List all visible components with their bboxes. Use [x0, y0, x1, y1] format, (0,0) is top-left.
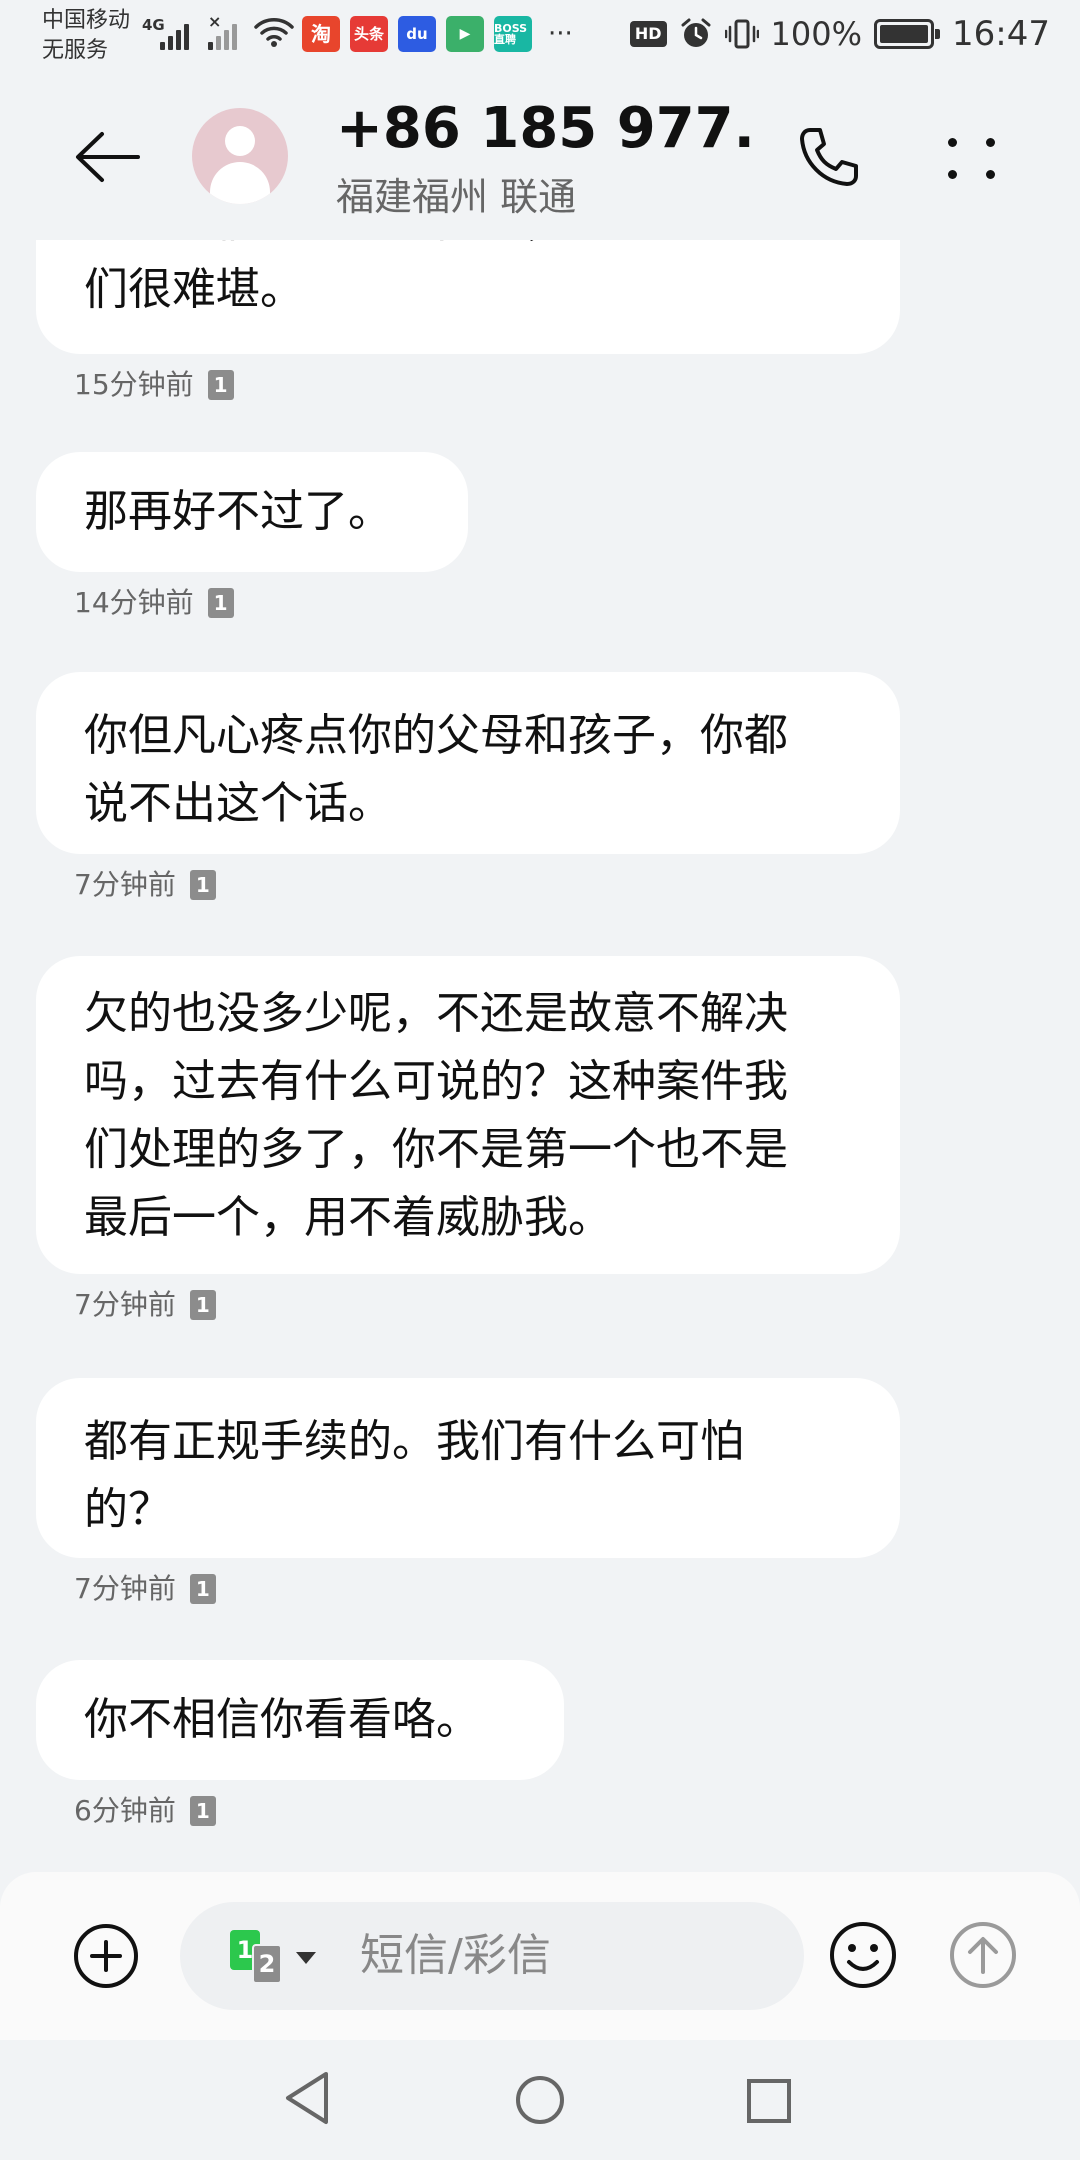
more-dots-icon[interactable] — [944, 128, 1004, 188]
boss-zhipin-icon: BOSS直聘 — [494, 16, 532, 52]
message-item: 吗？我们总求也上门吗，也不怎让你 们很难堪。 15分钟前 1 — [36, 240, 900, 402]
add-icon[interactable] — [72, 1922, 140, 1990]
alarm-clock-icon — [681, 18, 711, 47]
carrier-name: 中国移动 — [42, 8, 131, 33]
message-text-line: 都有正规手续的。我们有什么可怕 — [84, 1416, 744, 1467]
message-item: 欠的也没多少呢，不还是故意不解决 吗，过去有什么可说的？这种案件我 们处理的多了… — [36, 956, 900, 1322]
sim-switch-icon[interactable]: 1 2 — [230, 1926, 330, 1986]
conversation-header: +86 185 977... 福建福州 联通 — [0, 72, 1080, 240]
battery-icon — [874, 19, 941, 49]
message-bubble[interactable]: 那再好不过了。 — [36, 452, 468, 572]
message-meta: 7分钟前 1 — [74, 1572, 900, 1606]
message-bubble[interactable]: 都有正规手续的。我们有什么可怕 的？ — [36, 1378, 900, 1558]
message-item: 都有正规手续的。我们有什么可怕 的？ 7分钟前 1 — [36, 1378, 900, 1606]
status-right-group: HD 100% 16:47 — [629, 14, 1050, 54]
battery-percentage: 100% — [770, 15, 863, 53]
message-list[interactable]: 吗？我们总求也上门吗，也不怎让你 们很难堪。 15分钟前 1 那再好不过了。 1… — [0, 240, 1080, 1872]
sim-card-icon: 1 — [189, 1290, 216, 1320]
sim-card-icon: 1 — [189, 1796, 216, 1826]
message-bubble[interactable]: 吗？我们总求也上门吗，也不怎让你 们很难堪。 — [36, 240, 900, 354]
message-input[interactable] — [360, 1926, 780, 1986]
battery-level-fill — [880, 25, 929, 43]
message-bubble[interactable]: 欠的也没多少呢，不还是故意不解决 吗，过去有什么可说的？这种案件我 们处理的多了… — [36, 956, 900, 1274]
wifi-icon — [254, 18, 294, 47]
message-text-line: 你但凡心疼点你的父母和孩子，你都 — [84, 710, 788, 761]
signal-bars-sim1 — [160, 22, 189, 50]
system-navigation-bar — [0, 2040, 1080, 2160]
message-text-line: 说不出这个话。 — [84, 778, 392, 829]
message-text-line: 欠的也没多少呢，不还是故意不解决 — [84, 988, 788, 1039]
status-time: 16:47 — [952, 14, 1050, 54]
message-text-line: 们处理的多了，你不是第一个也不是 — [84, 1124, 788, 1175]
message-text-line: 最后一个，用不着威胁我。 — [84, 1192, 612, 1243]
more-notifications-icon: ··· — [548, 19, 573, 49]
message-time: 15分钟前 — [74, 368, 194, 401]
vibrate-mode-icon — [724, 19, 759, 49]
compose-bar: 1 2 — [0, 1872, 1080, 2040]
message-time: 7分钟前 — [74, 1288, 176, 1321]
message-bubble[interactable]: 你不相信你看看咯。 — [36, 1660, 564, 1780]
message-text-line: 的？ — [84, 1484, 172, 1535]
contact-number[interactable]: +86 185 977... — [336, 94, 756, 164]
signal-bars-sim2 — [208, 22, 237, 50]
message-meta: 7分钟前 1 — [74, 868, 900, 902]
toutiao-icon: 头条 — [350, 16, 388, 52]
message-time: 6分钟前 — [74, 1794, 176, 1827]
message-meta: 6分钟前 1 — [74, 1794, 564, 1828]
message-meta: 15分钟前 1 — [74, 368, 900, 402]
message-time: 7分钟前 — [74, 868, 176, 901]
message-time: 7分钟前 — [74, 1572, 176, 1605]
carrier-service-status: 无服务 — [42, 38, 109, 63]
taobao-icon: 淘 — [302, 16, 340, 52]
message-meta: 14分钟前 1 — [74, 586, 468, 620]
message-item: 你不相信你看看咯。 6分钟前 1 — [36, 1660, 564, 1828]
nav-back-icon[interactable] — [282, 2070, 332, 2126]
carrier-info: 中国移动 无服务 — [42, 6, 130, 66]
nav-home-icon[interactable] — [514, 2074, 566, 2126]
status-bar: 中国移动 无服务 4G × 淘 头条 du ▶ BOSS直聘 ··· HD 10… — [0, 0, 1080, 72]
message-input-pill[interactable]: 1 2 — [180, 1902, 804, 2010]
signal-bars-icon: 4G × — [124, 12, 244, 54]
emoji-icon[interactable] — [828, 1920, 898, 1990]
sim2-badge: 2 — [252, 1944, 282, 1984]
phone-icon[interactable] — [796, 124, 862, 190]
nav-recent-apps-icon[interactable] — [746, 2078, 792, 2124]
back-arrow-icon[interactable] — [72, 122, 144, 192]
baidu-icon: du — [398, 16, 436, 52]
message-bubble[interactable]: 你但凡心疼点你的父母和孩子，你都 说不出这个话。 — [36, 672, 900, 854]
caret-down-icon — [296, 1952, 316, 1964]
message-text-line: 那再好不过了。 — [84, 486, 392, 537]
contact-avatar[interactable] — [192, 108, 288, 204]
message-time: 14分钟前 — [74, 586, 194, 619]
message-text-line: 们很难堪。 — [84, 264, 304, 315]
sim-card-icon: 1 — [189, 870, 216, 900]
sim-card-icon: 1 — [207, 588, 234, 618]
video-app-icon: ▶ — [446, 16, 484, 52]
message-text-line: 吗？我们总求也上门吗，也不怎让你 — [84, 240, 852, 256]
message-text-line: 你不相信你看看咯。 — [84, 1694, 480, 1745]
contact-location: 福建福州 联通 — [336, 175, 577, 219]
avatar-placeholder-icon — [225, 126, 255, 156]
hd-voice-badge: HD — [629, 21, 667, 47]
message-meta: 7分钟前 1 — [74, 1288, 900, 1322]
message-item: 你但凡心疼点你的父母和孩子，你都 说不出这个话。 7分钟前 1 — [36, 672, 900, 902]
sim-card-icon: 1 — [189, 1574, 216, 1604]
message-text-line: 吗，过去有什么可说的？这种案件我 — [84, 1056, 788, 1107]
sim-card-icon: 1 — [207, 370, 234, 400]
notification-app-icons: 淘 头条 du ▶ BOSS直聘 ··· — [302, 16, 573, 52]
message-item: 那再好不过了。 14分钟前 1 — [36, 452, 468, 620]
send-icon[interactable] — [948, 1920, 1018, 1990]
